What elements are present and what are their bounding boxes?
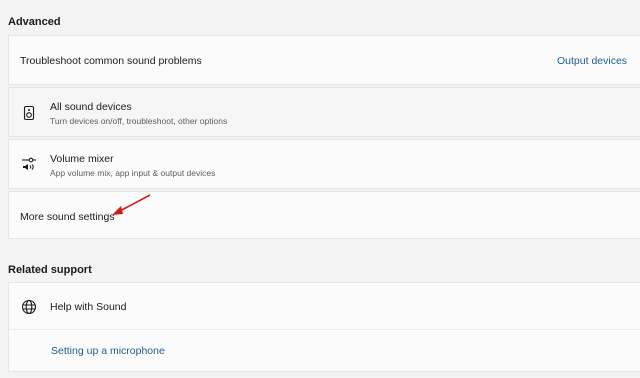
- help-with-sound-row[interactable]: Help with Sound: [8, 282, 640, 330]
- annotation-arrow-shaft: [117, 194, 151, 213]
- globe-icon: [21, 299, 37, 315]
- more-sound-settings-label: More sound settings: [20, 211, 115, 223]
- volume-mixer-subtitle: App volume mix, app input & output devic…: [50, 168, 216, 178]
- annotation-arrow-head: [112, 206, 123, 215]
- output-devices-link[interactable]: Output devices: [557, 55, 627, 67]
- volume-mixer-row[interactable]: Volume mixer App volume mix, app input &…: [8, 139, 640, 189]
- troubleshoot-label: Troubleshoot common sound problems: [20, 55, 202, 67]
- section-title-related-support: Related support: [8, 264, 92, 276]
- setting-up-microphone-link[interactable]: Setting up a microphone: [51, 345, 165, 357]
- all-sound-devices-title: All sound devices: [50, 101, 132, 113]
- speaker-device-icon: [21, 105, 37, 121]
- annotation-arrow: [112, 194, 151, 215]
- help-with-sound-title: Help with Sound: [50, 301, 127, 313]
- help-links-panel: Setting up a microphone: [8, 330, 640, 372]
- section-title-advanced: Advanced: [8, 16, 61, 28]
- volume-mixer-title: Volume mixer: [50, 153, 114, 165]
- volume-mixer-icon: [21, 156, 37, 172]
- all-sound-devices-row[interactable]: All sound devices Turn devices on/off, t…: [8, 87, 640, 137]
- all-sound-devices-subtitle: Turn devices on/off, troubleshoot, other…: [50, 116, 228, 126]
- more-sound-settings-row[interactable]: More sound settings: [8, 191, 640, 239]
- troubleshoot-row[interactable]: Troubleshoot common sound problems Outpu…: [8, 35, 640, 85]
